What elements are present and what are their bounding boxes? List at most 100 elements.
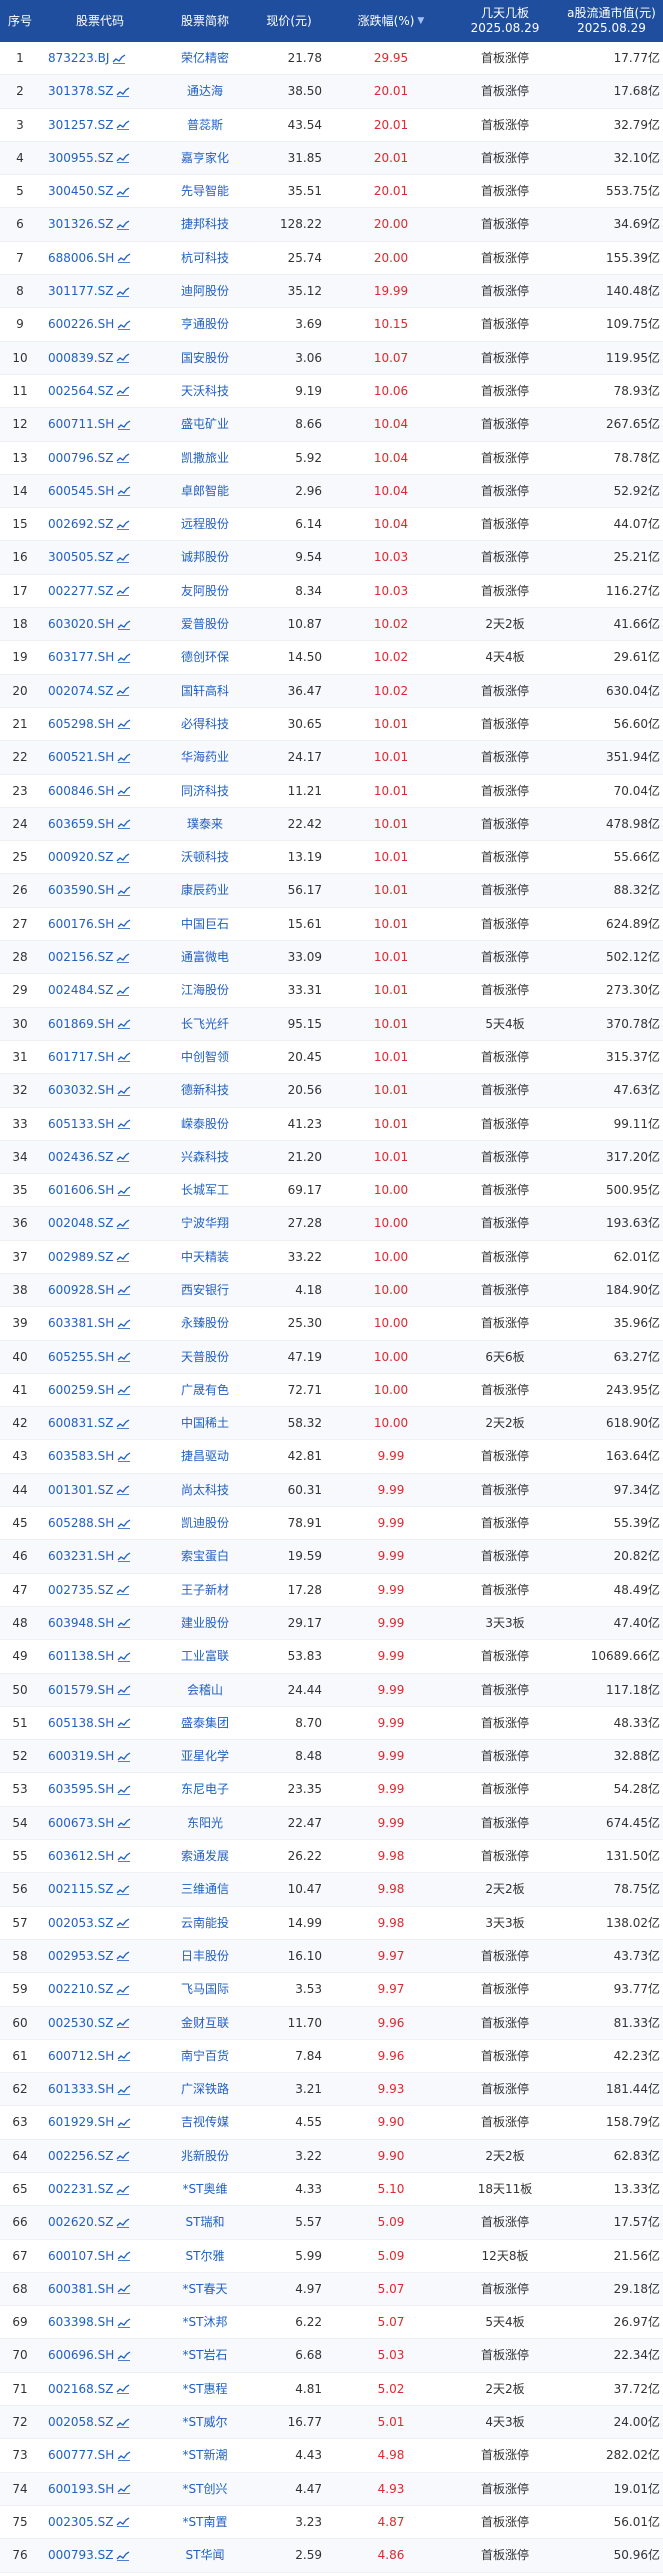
stock-code-link[interactable]: 002058.SZ [48, 2406, 152, 2438]
stock-code-link[interactable]: 600193.SH [48, 2473, 152, 2505]
stock-code-link[interactable]: 873223.BJ [48, 42, 152, 74]
header-code[interactable]: 股票代码 [48, 0, 152, 42]
trend-chart-icon[interactable] [117, 2284, 131, 2295]
trend-chart-icon[interactable] [116, 2218, 130, 2228]
stock-name-link[interactable]: 德新科技 [155, 1074, 255, 1106]
stock-name-link[interactable]: *ST春天 [155, 2273, 255, 2305]
stock-name-link[interactable]: ST尔雅 [155, 2240, 255, 2272]
stock-name-link[interactable]: 捷昌驱动 [155, 1440, 255, 1472]
trend-chart-icon[interactable] [117, 2351, 131, 2361]
trend-chart-icon[interactable] [116, 287, 130, 297]
stock-code-link[interactable]: 603590.SH [48, 874, 152, 906]
stock-code-link[interactable]: 002436.SZ [48, 1141, 152, 1173]
stock-name-link[interactable]: 友阿股份 [155, 575, 255, 607]
stock-name-link[interactable]: ST瑞和 [155, 2206, 255, 2238]
stock-name-link[interactable]: *ST南置 [155, 2506, 255, 2538]
stock-name-link[interactable]: 广晟有色 [155, 1374, 255, 1406]
stock-name-link[interactable]: 西安银行 [155, 1274, 255, 1306]
trend-chart-icon[interactable] [117, 1285, 131, 1296]
stock-name-link[interactable]: 凯撒旅业 [155, 442, 255, 474]
stock-code-link[interactable]: 605288.SH [48, 1507, 152, 1539]
stock-name-link[interactable]: 工业富联 [155, 1640, 255, 1672]
trend-chart-icon[interactable] [116, 1918, 130, 1929]
stock-code-link[interactable]: 601138.SH [48, 1640, 152, 1672]
stock-name-link[interactable]: *ST新潮 [155, 2439, 255, 2471]
trend-chart-icon[interactable] [117, 2318, 131, 2328]
stock-code-link[interactable]: 301326.SZ [48, 208, 152, 240]
trend-chart-icon[interactable] [117, 1519, 131, 1529]
trend-chart-icon[interactable] [116, 220, 130, 230]
stock-name-link[interactable]: 远程股份 [155, 508, 255, 540]
trend-chart-icon[interactable] [117, 2118, 131, 2128]
header-change[interactable]: 涨跌幅(%) ▼ [336, 0, 446, 42]
stock-code-link[interactable]: 688006.SH [48, 242, 152, 274]
stock-name-link[interactable]: 康辰药业 [155, 874, 255, 906]
stock-name-link[interactable]: 南宁百货 [155, 2040, 255, 2072]
stock-code-link[interactable]: 300450.SZ [48, 175, 152, 207]
stock-code-link[interactable]: 002168.SZ [48, 2373, 152, 2405]
stock-code-link[interactable]: 000920.SZ [48, 841, 152, 873]
trend-chart-icon[interactable] [117, 653, 131, 663]
stock-name-link[interactable]: 通达海 [155, 75, 255, 107]
stock-name-link[interactable]: 凯迪股份 [155, 1507, 255, 1539]
stock-code-link[interactable]: 301257.SZ [48, 109, 152, 141]
stock-name-link[interactable]: 建业股份 [155, 1607, 255, 1639]
trend-chart-icon[interactable] [116, 2184, 130, 2195]
stock-code-link[interactable]: 600711.SH [48, 408, 152, 440]
stock-code-link[interactable]: 601579.SH [48, 1674, 152, 1706]
trend-chart-icon[interactable] [112, 53, 126, 64]
stock-code-link[interactable]: 603177.SH [48, 641, 152, 673]
trend-chart-icon[interactable] [116, 2517, 130, 2528]
trend-chart-icon[interactable] [116, 1985, 130, 1995]
trend-chart-icon[interactable] [117, 1552, 131, 1562]
stock-name-link[interactable]: 永臻股份 [155, 1307, 255, 1339]
stock-code-link[interactable]: 603020.SH [48, 608, 152, 640]
stock-code-link[interactable]: 001301.SZ [48, 1474, 152, 1506]
trend-chart-icon[interactable] [117, 786, 131, 796]
stock-name-link[interactable]: 嵘泰股份 [155, 1108, 255, 1140]
stock-code-link[interactable]: 603612.SH [48, 1840, 152, 1872]
stock-code-link[interactable]: 603231.SH [48, 1540, 152, 1572]
stock-name-link[interactable]: 先导智能 [155, 175, 255, 207]
trend-chart-icon[interactable] [117, 486, 131, 497]
stock-code-link[interactable]: 600226.SH [48, 308, 152, 340]
stock-code-link[interactable]: 603583.SH [48, 1440, 152, 1472]
trend-chart-icon[interactable] [116, 1252, 130, 1263]
trend-chart-icon[interactable] [117, 1752, 131, 1762]
trend-chart-icon[interactable] [117, 1186, 131, 1196]
trend-chart-icon[interactable] [116, 2151, 130, 2162]
stock-code-link[interactable]: 301177.SZ [48, 275, 152, 307]
stock-code-link[interactable]: 603948.SH [48, 1607, 152, 1639]
stock-code-link[interactable]: 601606.SH [48, 1174, 152, 1206]
stock-code-link[interactable]: 603381.SH [48, 1307, 152, 1339]
stock-name-link[interactable]: 璞泰来 [155, 808, 255, 840]
stock-name-link[interactable]: 王子新材 [155, 1574, 255, 1606]
stock-code-link[interactable]: 605298.SH [48, 708, 152, 740]
stock-name-link[interactable]: 索宝蛋白 [155, 1540, 255, 1572]
stock-code-link[interactable]: 002530.SZ [48, 2007, 152, 2039]
stock-code-link[interactable]: 300505.SZ [48, 541, 152, 573]
trend-chart-icon[interactable] [117, 420, 131, 430]
stock-code-link[interactable]: 601929.SH [48, 2106, 152, 2138]
stock-code-link[interactable]: 600928.SH [48, 1274, 152, 1306]
stock-code-link[interactable]: 603595.SH [48, 1773, 152, 1805]
stock-name-link[interactable]: 金财互联 [155, 2007, 255, 2039]
trend-chart-icon[interactable] [116, 2551, 130, 2561]
trend-chart-icon[interactable] [116, 1885, 130, 1895]
trend-chart-icon[interactable] [116, 2418, 130, 2428]
stock-name-link[interactable]: 广深铁路 [155, 2073, 255, 2105]
stock-name-link[interactable]: *ST创兴 [155, 2473, 255, 2505]
stock-name-link[interactable]: 普蕊斯 [155, 109, 255, 141]
stock-code-link[interactable]: 002210.SZ [48, 1973, 152, 2005]
trend-chart-icon[interactable] [117, 753, 131, 763]
stock-name-link[interactable]: 诚邦股份 [155, 541, 255, 573]
trend-chart-icon[interactable] [117, 1818, 131, 1829]
trend-chart-icon[interactable] [116, 120, 130, 130]
trend-chart-icon[interactable] [117, 320, 131, 330]
stock-code-link[interactable]: 600107.SH [48, 2240, 152, 2272]
trend-chart-icon[interactable] [116, 986, 130, 996]
trend-chart-icon[interactable] [116, 2384, 130, 2395]
trend-chart-icon[interactable] [116, 952, 130, 963]
stock-code-link[interactable]: 601333.SH [48, 2073, 152, 2105]
stock-code-link[interactable]: 603398.SH [48, 2306, 152, 2338]
